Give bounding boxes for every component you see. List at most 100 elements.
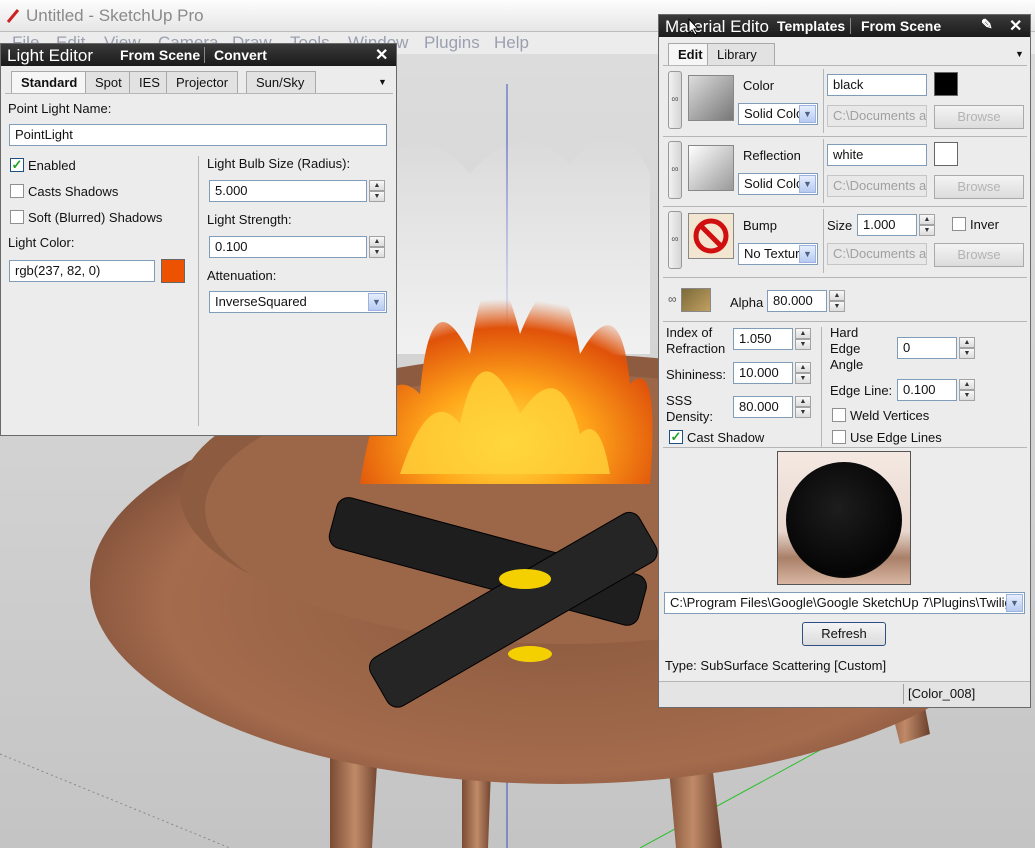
title-separator [850,18,851,34]
sss-label: SSS [666,393,693,408]
from-scene-link[interactable]: From Scene [120,47,200,63]
section-divider [663,321,1027,322]
material-editor-title-bar[interactable]: Material Edito Templates From Scene ✎ ✕ [659,15,1030,37]
row-divider [823,69,824,133]
reflection-type-select[interactable]: Solid Colo ▼ [738,173,818,195]
shininess-label: Shininess: [666,367,726,382]
chevron-down-icon[interactable]: ▼ [799,105,816,123]
bulb-size-stepper[interactable]: ▲ ▼ [369,180,385,202]
cast-shadow-checkbox[interactable]: ✓ [669,430,683,444]
sss-input[interactable]: 80.000 [733,396,793,418]
ior-label: Index of [666,325,713,340]
edge-line-label: Edge Line: [830,383,893,398]
shininess-stepper[interactable]: ▲ ▼ [795,362,811,384]
material-editor-title: Material Edito [665,17,769,36]
menu-help[interactable]: Help [494,33,529,53]
weld-vertices-checkbox[interactable] [832,408,846,422]
chevron-down-icon[interactable]: ▼ [799,245,816,263]
bump-no-texture-icon[interactable] [688,213,734,259]
hard-edge-label-line3: Angle [830,357,864,372]
strength-stepper[interactable]: ▲ ▼ [369,236,385,258]
tab-library[interactable]: Library [707,43,775,65]
casts-shadows-label: Casts Shadows [28,184,119,199]
tab-sun-sky[interactable]: Sun/Sky [246,71,316,93]
section-divider [663,136,1027,137]
cast-shadow-label: Cast Shadow [687,430,765,445]
alpha-link-icon[interactable]: ∞ [668,292,677,306]
chevron-down-icon[interactable]: ▼ [799,175,816,193]
soft-shadows-label: Soft (Blurred) Shadows [28,210,163,225]
from-scene-link[interactable]: From Scene [861,18,941,34]
light-name-input[interactable]: PointLight [9,124,387,146]
refresh-button[interactable]: Refresh [802,622,886,646]
alpha-input[interactable]: 80.000 [767,290,827,312]
tab-projector[interactable]: Projector [166,71,239,93]
reflection-value-input[interactable]: white [827,144,927,166]
alpha-texture-icon[interactable] [681,288,711,312]
tabs-menu-arrow-icon[interactable]: ▼ [1015,49,1024,59]
section-divider [663,447,1027,448]
bump-size-input[interactable]: 1.000 [857,214,917,236]
color-link-icon[interactable]: ∞ [668,71,682,129]
templates-link[interactable]: Templates [777,18,845,34]
tabs-menu-arrow-icon[interactable]: ▼ [378,77,387,87]
color-value-input[interactable]: black [827,74,927,96]
tab-edit[interactable]: Edit [668,43,713,65]
sss-stepper[interactable]: ▲ ▼ [795,396,811,418]
tab-spot[interactable]: Spot [85,71,132,93]
color-paint-icon[interactable] [688,75,734,121]
reflection-paint-icon[interactable] [688,145,734,191]
strength-input[interactable]: 0.100 [209,236,367,258]
color-type-select[interactable]: Solid Colo ▼ [738,103,818,125]
edge-line-stepper[interactable]: ▲ ▼ [959,379,975,401]
reflection-path-input: C:\Documents an [827,175,927,197]
hard-edge-input[interactable]: 0 [897,337,957,359]
bump-type-value: No Textur [744,246,800,261]
bump-link-icon[interactable]: ∞ [668,211,682,269]
bump-type-select[interactable]: No Textur ▼ [738,243,818,265]
bulb-size-input[interactable]: 5.000 [209,180,367,202]
bump-browse-button: Browse [934,243,1024,267]
bulb-size-label: Light Bulb Size (Radius): [207,156,351,171]
mouse-cursor-icon [688,18,700,36]
reflection-swatch[interactable] [934,142,958,166]
alpha-stepper[interactable]: ▲ ▼ [829,290,845,312]
chevron-down-icon[interactable]: ▼ [368,293,385,311]
preset-path-select[interactable]: C:\Program Files\Google\Google SketchUp … [664,592,1025,614]
preview-sphere [786,462,902,578]
light-color-swatch[interactable] [161,259,185,283]
bump-size-stepper[interactable]: ▲ ▼ [919,214,935,236]
menu-plugins[interactable]: Plugins [424,33,480,53]
bump-invert-label: Inver [970,217,999,232]
light-editor-title-bar[interactable]: Light Editor From Scene Convert ✕ [1,44,396,66]
tab-ies[interactable]: IES [129,71,170,93]
shininess-input[interactable]: 10.000 [733,362,793,384]
ior-input[interactable]: 1.050 [733,328,793,350]
color-label: Color [743,78,775,93]
tab-standard[interactable]: Standard [11,71,88,93]
eyedropper-icon[interactable]: ✎ [981,16,993,33]
convert-link[interactable]: Convert [214,47,267,63]
enabled-label: Enabled [28,158,76,173]
use-edge-lines-checkbox[interactable] [832,430,846,444]
casts-shadows-checkbox[interactable] [10,184,24,198]
reflection-browse-button: Browse [934,175,1024,199]
attenuation-select[interactable]: InverseSquared ▼ [209,291,387,313]
no-entry-icon [693,218,729,254]
bump-invert-checkbox[interactable] [952,217,966,231]
close-icon[interactable]: ✕ [1009,16,1022,36]
color-swatch[interactable] [934,72,958,96]
reflection-link-icon[interactable]: ∞ [668,141,682,199]
row-divider [823,139,824,203]
close-icon[interactable]: ✕ [375,45,388,65]
chevron-down-icon[interactable]: ▼ [1006,594,1023,612]
light-color-input[interactable]: rgb(237, 82, 0) [9,260,155,282]
hard-edge-label: Hard [830,325,859,340]
title-separator [204,47,205,63]
strength-label: Light Strength: [207,212,292,227]
edge-line-input[interactable]: 0.100 [897,379,957,401]
hard-edge-stepper[interactable]: ▲ ▼ [959,337,975,359]
enabled-checkbox[interactable]: ✓ [10,158,24,172]
soft-shadows-checkbox[interactable] [10,210,24,224]
ior-stepper[interactable]: ▲ ▼ [795,328,811,350]
